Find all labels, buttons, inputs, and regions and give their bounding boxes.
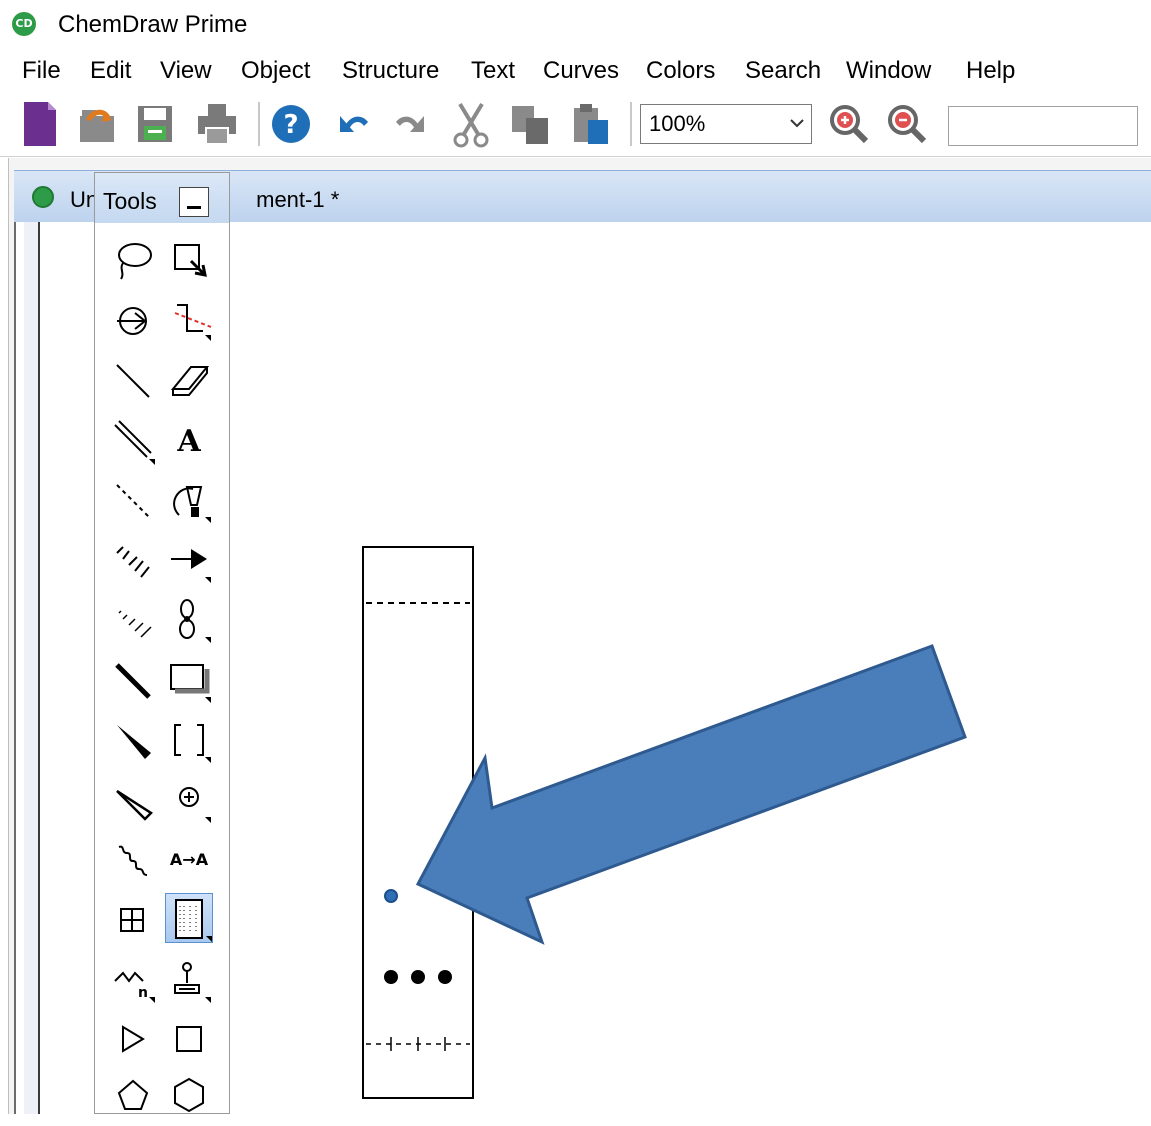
selected-spot[interactable]: [384, 889, 398, 903]
toolbar-separator: [258, 102, 260, 146]
menu-object[interactable]: Object: [241, 56, 310, 86]
undo-icon[interactable]: [330, 98, 376, 150]
svg-text:?: ?: [283, 110, 298, 140]
new-document-icon[interactable]: [16, 98, 62, 150]
hashed-bond-icon[interactable]: [109, 535, 157, 585]
table-icon[interactable]: [109, 895, 157, 945]
zoom-out-icon[interactable]: [884, 98, 930, 150]
tlc-plate[interactable]: [362, 546, 474, 1099]
square-icon[interactable]: [165, 1015, 213, 1065]
zoom-in-icon[interactable]: [826, 98, 872, 150]
triangle-icon[interactable]: [109, 1015, 157, 1065]
tools-palette-header[interactable]: Tools: [95, 173, 229, 223]
template-icon[interactable]: [165, 955, 213, 1005]
dashed-bond-icon[interactable]: [109, 475, 157, 525]
pen-icon[interactable]: [165, 475, 213, 525]
solid-bond-icon[interactable]: [109, 355, 157, 405]
chemical-symbol-icon[interactable]: [165, 775, 213, 825]
multiple-bond-icon[interactable]: [109, 415, 157, 465]
zoom-dropdown[interactable]: 100%: [640, 104, 812, 144]
menu-window[interactable]: Window: [846, 56, 931, 86]
help-icon[interactable]: ?: [268, 98, 314, 150]
print-icon[interactable]: [194, 98, 240, 150]
tlc-spot[interactable]: [384, 970, 398, 984]
marquee-icon[interactable]: [165, 235, 213, 285]
zoom-value: 100%: [649, 111, 706, 136]
wedge-bond-icon[interactable]: [109, 715, 157, 765]
minimize-icon: [187, 206, 201, 209]
menu-curves[interactable]: Curves: [543, 56, 619, 86]
open-icon[interactable]: [74, 98, 120, 150]
text-tool-label: A: [176, 424, 201, 459]
eraser-icon[interactable]: [165, 355, 213, 405]
structure-perspective-icon[interactable]: [109, 295, 157, 345]
menu-bar: File Edit View Object Structure Text Cur…: [0, 52, 1151, 92]
query-subscript: n: [138, 985, 148, 1001]
menu-search[interactable]: Search: [745, 56, 821, 86]
tlc-plate-icon[interactable]: [165, 893, 213, 943]
hollow-wedge-bond-icon[interactable]: [109, 775, 157, 825]
orbital-icon[interactable]: [165, 595, 213, 645]
menu-view[interactable]: View: [160, 56, 212, 86]
atom-mapping-icon[interactable]: A→A: [165, 835, 213, 885]
cut-icon[interactable]: [448, 98, 494, 150]
copy-icon[interactable]: [508, 98, 554, 150]
document-icon: [32, 186, 54, 208]
atom-map-label: A→A: [170, 850, 209, 869]
chevron-down-icon: [790, 119, 804, 128]
tools-palette: Tools A A→A n: [94, 172, 230, 1114]
arrow-icon[interactable]: [165, 535, 213, 585]
drawing-element-icon[interactable]: [165, 655, 213, 705]
bold-bond-icon[interactable]: [109, 655, 157, 705]
paste-icon[interactable]: [568, 98, 614, 150]
wavy-bond-icon[interactable]: [109, 835, 157, 885]
save-icon[interactable]: [132, 98, 178, 150]
redo-icon[interactable]: [388, 98, 434, 150]
bracket-icon[interactable]: [165, 715, 213, 765]
toolbar-separator: [630, 102, 632, 146]
tlc-spot[interactable]: [411, 970, 425, 984]
tlc-plate-drawing: [366, 602, 470, 1051]
tools-palette-title: Tools: [103, 188, 157, 214]
hashed-wedge-bond-icon[interactable]: [109, 595, 157, 645]
text-icon[interactable]: A: [165, 415, 213, 465]
menu-colors[interactable]: Colors: [646, 56, 715, 86]
minimize-button[interactable]: [179, 187, 209, 217]
menu-file[interactable]: File: [22, 56, 61, 86]
tlc-spot[interactable]: [438, 970, 452, 984]
mass-fragmentation-icon[interactable]: [165, 295, 213, 345]
lasso-icon[interactable]: [109, 235, 157, 285]
window-title: ChemDraw Prime: [58, 11, 248, 38]
query-icon[interactable]: n: [109, 955, 157, 1005]
menu-structure[interactable]: Structure: [342, 56, 439, 86]
menu-edit[interactable]: Edit: [90, 56, 131, 86]
canvas-left-edge: [24, 222, 40, 1114]
title-bar: CD ChemDraw Prime: [0, 0, 1151, 50]
chemdraw-app-icon: CD: [12, 12, 36, 36]
menu-help[interactable]: Help: [966, 56, 1015, 86]
search-input[interactable]: [948, 106, 1138, 146]
menu-text[interactable]: Text: [471, 56, 515, 86]
